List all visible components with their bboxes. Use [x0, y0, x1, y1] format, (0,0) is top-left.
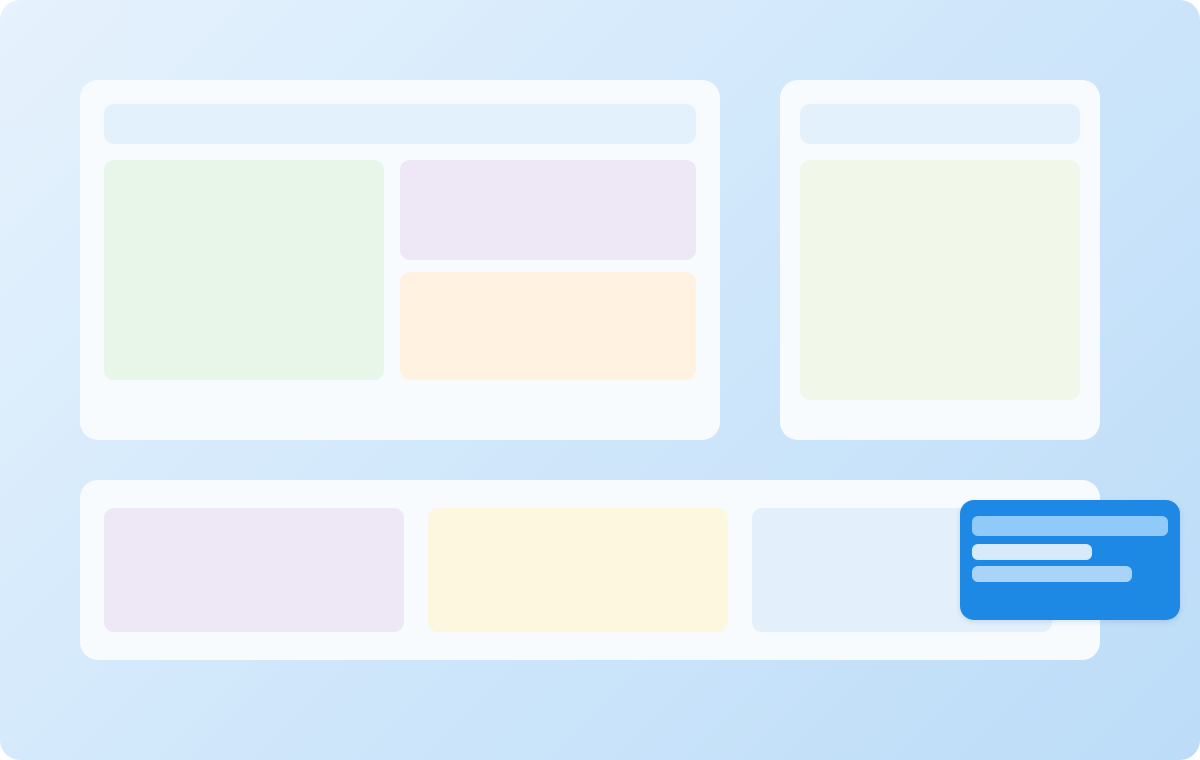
toast-line-3 [972, 566, 1132, 582]
side-panel-green-block[interactable] [800, 160, 1080, 400]
main-panel-green-block[interactable] [104, 160, 384, 380]
app-canvas [0, 0, 1200, 760]
bottom-panel-yellow-block[interactable] [428, 508, 728, 632]
toast-line-1 [972, 516, 1168, 536]
bottom-panel-purple-block[interactable] [104, 508, 404, 632]
side-panel [780, 80, 1100, 440]
main-panel-orange-block[interactable] [400, 272, 696, 380]
main-panel-header-bar [104, 104, 696, 144]
bottom-panel [80, 480, 1100, 660]
main-panel-purple-block[interactable] [400, 160, 696, 260]
toast-line-2 [972, 544, 1092, 560]
main-panel [80, 80, 720, 440]
floating-toast[interactable] [960, 500, 1180, 620]
side-panel-header-bar [800, 104, 1080, 144]
